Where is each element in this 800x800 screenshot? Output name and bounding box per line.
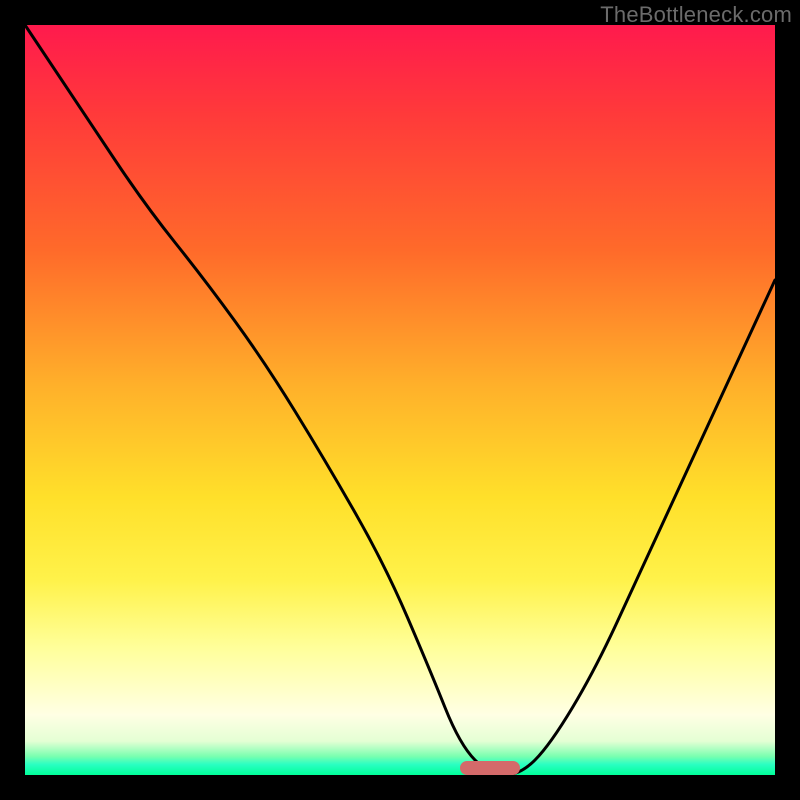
chart-frame: TheBottleneck.com [0,0,800,800]
optimal-range-marker [460,761,520,775]
bottleneck-curve [25,25,775,775]
curve-path [25,25,775,775]
plot-area [25,25,775,775]
